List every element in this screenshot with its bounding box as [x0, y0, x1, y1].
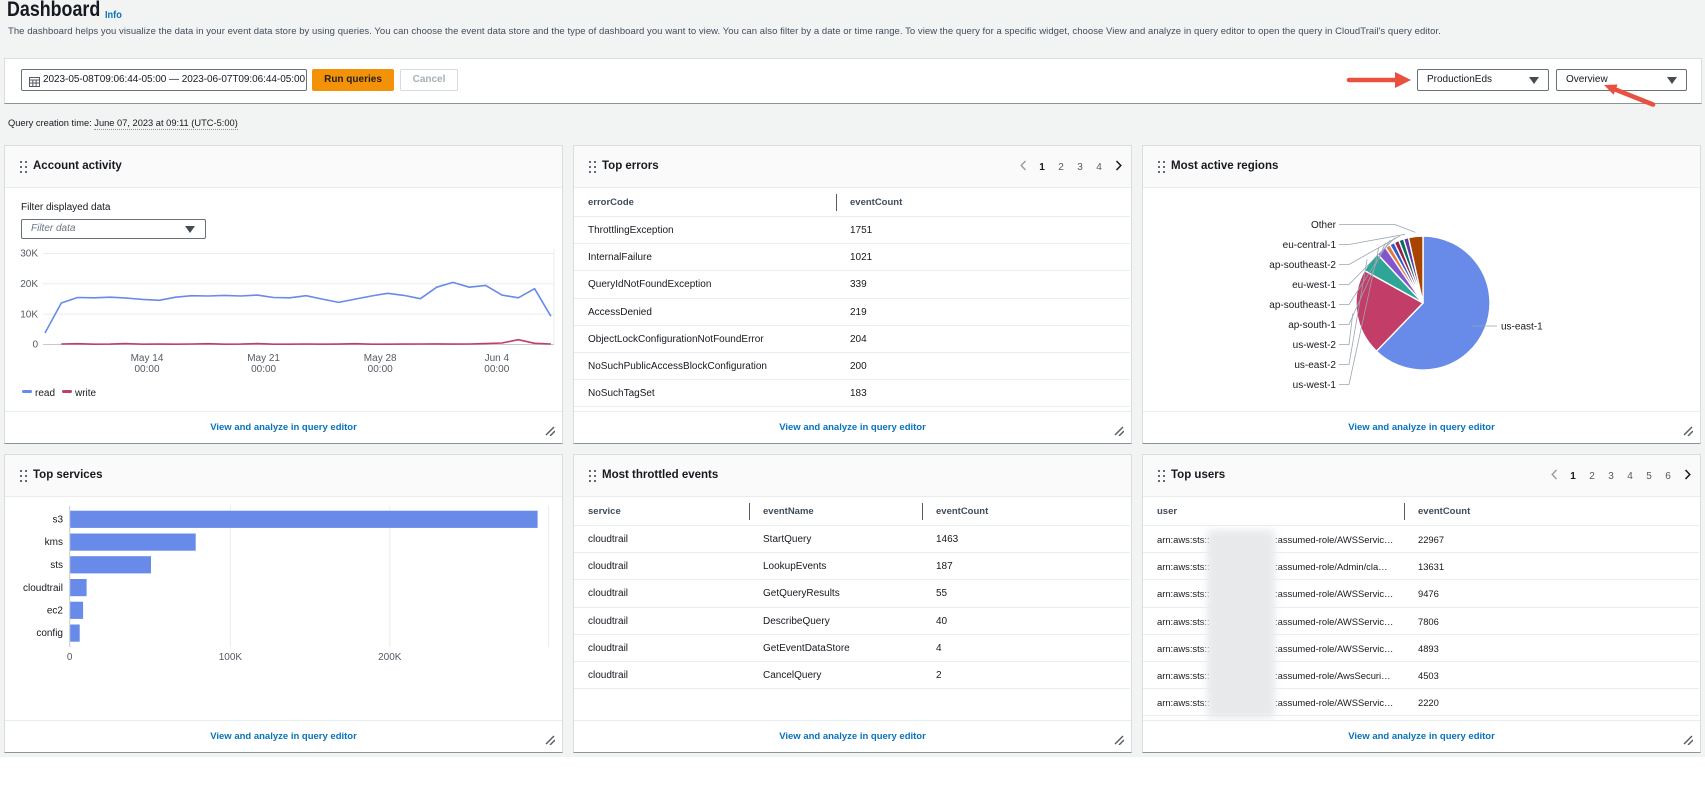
svg-text:us-east-1: us-east-1 [1501, 322, 1543, 333]
svg-text:eu-west-1: eu-west-1 [1292, 280, 1336, 291]
svg-text:May 28: May 28 [364, 353, 397, 364]
svg-text:May 21: May 21 [247, 353, 280, 364]
svg-text:0: 0 [67, 652, 73, 663]
svg-text:30K: 30K [20, 249, 38, 260]
svg-text:ap-southeast-1: ap-southeast-1 [1269, 300, 1336, 311]
svg-text:00:00: 00:00 [368, 364, 393, 375]
svg-text:us-west-2: us-west-2 [1293, 340, 1337, 351]
svg-text:0: 0 [32, 340, 38, 351]
svg-text:us-east-2: us-east-2 [1294, 360, 1336, 371]
svg-text:write: write [74, 388, 97, 399]
svg-text:00:00: 00:00 [251, 364, 276, 375]
svg-text:20K: 20K [20, 279, 38, 290]
svg-text:config: config [36, 628, 63, 639]
svg-text:Other: Other [1311, 220, 1337, 231]
svg-text:sts: sts [50, 560, 63, 571]
svg-text:us-west-1: us-west-1 [1293, 380, 1337, 391]
svg-text:Jun 4: Jun 4 [485, 353, 510, 364]
svg-text:ec2: ec2 [47, 606, 64, 617]
svg-text:10K: 10K [20, 309, 38, 320]
svg-text:00:00: 00:00 [134, 364, 159, 375]
svg-text:May 14: May 14 [131, 353, 164, 364]
svg-text:200K: 200K [378, 652, 402, 663]
svg-text:100K: 100K [219, 652, 243, 663]
svg-text:s3: s3 [52, 515, 63, 526]
svg-text:kms: kms [45, 537, 63, 548]
svg-text:eu-central-1: eu-central-1 [1283, 240, 1337, 251]
svg-text:ap-south-1: ap-south-1 [1288, 320, 1336, 331]
svg-text:read: read [35, 388, 55, 399]
svg-text:ap-southeast-2: ap-southeast-2 [1269, 260, 1336, 271]
svg-text:00:00: 00:00 [484, 364, 509, 375]
svg-text:cloudtrail: cloudtrail [23, 583, 63, 594]
